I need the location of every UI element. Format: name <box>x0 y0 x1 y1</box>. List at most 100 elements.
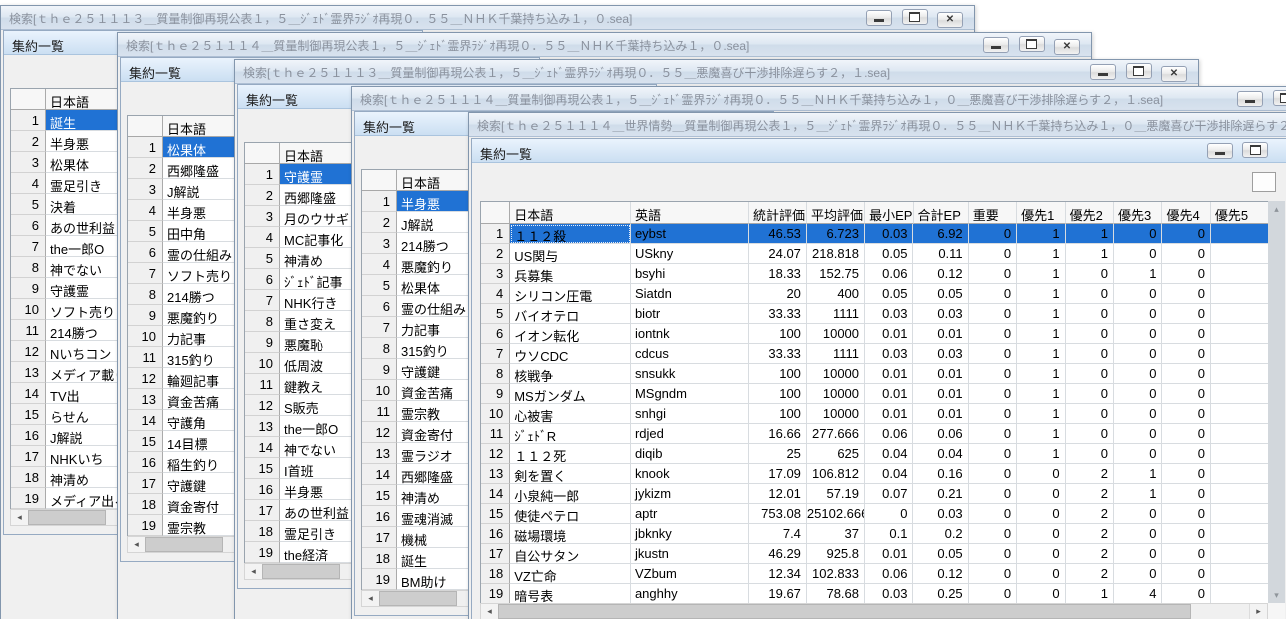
scrollbar-thumb[interactable] <box>498 604 1191 619</box>
table-cell[interactable]: 2 <box>1065 564 1115 584</box>
table-cell[interactable]: 0 <box>1017 504 1066 524</box>
row-number-cell[interactable]: 18 <box>481 564 511 584</box>
table-cell[interactable]: 0.12 <box>913 264 969 284</box>
table-cell[interactable]: 0 <box>968 264 1018 284</box>
table-cell[interactable]: １１２殺 <box>510 224 631 244</box>
table-row[interactable]: 11 ｼﾞｪﾄﾞR rdjed 16.66 277.666 0.06 0.06 0 1 0 0 0 <box>481 424 1269 444</box>
table-cell[interactable]: 24.07 <box>748 244 807 264</box>
table-cell[interactable]: 0 <box>1065 344 1115 364</box>
table-cell[interactable]: 25102.666 <box>806 504 866 524</box>
row-number-cell[interactable]: 7 <box>481 344 511 364</box>
panel-corner-button[interactable] <box>1252 172 1276 192</box>
window-titlebar[interactable]: 検索[ｔｈｅ２５１１１３＿質量制御再現公表１，５＿ｼﾞｪﾄﾞ霊界ﾗｼﾞｵ再現０．… <box>235 60 1198 84</box>
maximize-button[interactable] <box>1272 90 1286 106</box>
table-cell[interactable]: 使徒ペテロ <box>510 504 631 524</box>
table-cell[interactable]: 0 <box>1065 264 1115 284</box>
row-number-cell[interactable]: 2 <box>128 158 163 179</box>
row-number-cell[interactable]: 3 <box>481 264 511 284</box>
table-cell[interactable]: 0 <box>1114 504 1163 524</box>
table-cell[interactable]: 0.01 <box>865 544 914 564</box>
row-number-cell[interactable]: 14 <box>11 383 46 404</box>
maximize-button[interactable] <box>1018 36 1045 52</box>
table-cell[interactable]: iontnk <box>630 324 749 344</box>
table-cell[interactable]: 0 <box>968 464 1018 484</box>
table-cell[interactable]: 0 <box>1162 404 1211 424</box>
table-cell[interactable]: 152.75 <box>806 264 866 284</box>
table-row[interactable]: 5 バイオテロ biotr 33.33 1111 0.03 0.03 0 1 0 0 0 <box>481 304 1269 324</box>
table-cell[interactable]: 6.92 <box>913 224 969 244</box>
table-cell[interactable]: 0 <box>1162 584 1211 604</box>
table-cell[interactable]: 0.12 <box>913 564 969 584</box>
row-number-cell[interactable]: 17 <box>362 527 397 548</box>
table-cell[interactable]: 0.05 <box>913 284 969 304</box>
table-cell[interactable]: 0.16 <box>913 464 969 484</box>
table-cell[interactable]: Siatdn <box>630 284 749 304</box>
row-number-cell[interactable]: 9 <box>128 305 163 326</box>
table-cell[interactable]: diqib <box>630 444 749 464</box>
table-cell[interactable]: 磁場環境 <box>510 524 631 544</box>
table-cell[interactable]: 0 <box>1114 404 1163 424</box>
column-header[interactable]: 重要 <box>968 202 1018 224</box>
table-cell[interactable] <box>1210 404 1269 424</box>
table-cell[interactable]: 7.4 <box>748 524 807 544</box>
table-cell[interactable]: 0 <box>1065 444 1115 464</box>
table-cell[interactable] <box>1210 544 1269 564</box>
table-cell[interactable] <box>1210 444 1269 464</box>
table-cell[interactable]: 1 <box>1017 264 1066 284</box>
table-cell[interactable]: 1 <box>1065 584 1115 604</box>
table-cell[interactable]: jkustn <box>630 544 749 564</box>
table-cell[interactable]: 0 <box>1114 304 1163 324</box>
table-cell[interactable]: 小泉純一郎 <box>510 484 631 504</box>
row-number-cell[interactable]: 10 <box>362 380 397 401</box>
table-cell[interactable]: 0 <box>1162 264 1211 284</box>
table-cell[interactable]: 0.01 <box>865 324 914 344</box>
table-cell[interactable]: 46.29 <box>748 544 807 564</box>
table-cell[interactable]: 106.812 <box>806 464 866 484</box>
table-cell[interactable]: 0 <box>1114 284 1163 304</box>
row-number-cell[interactable]: 12 <box>245 395 280 416</box>
table-cell[interactable]: 0 <box>1017 524 1066 544</box>
row-number-cell[interactable]: 16 <box>481 524 511 544</box>
table-cell[interactable]: 4 <box>1114 584 1163 604</box>
row-number-cell[interactable]: 1 <box>481 224 511 244</box>
table-cell[interactable]: 0.01 <box>913 384 969 404</box>
row-number-cell[interactable]: 19 <box>481 584 511 604</box>
row-number-cell[interactable]: 1 <box>245 164 280 185</box>
table-cell[interactable]: 0 <box>968 304 1018 324</box>
table-cell[interactable]: 100 <box>748 364 807 384</box>
table-cell[interactable]: 0 <box>1162 504 1211 524</box>
column-header[interactable]: 優先2 <box>1065 202 1115 224</box>
table-cell[interactable]: 0.04 <box>865 444 914 464</box>
table-cell[interactable]: 2 <box>1065 464 1115 484</box>
table-cell[interactable] <box>1210 484 1269 504</box>
panel-titlebar[interactable]: 集約一覧 <box>472 139 1286 163</box>
row-number-cell[interactable]: 9 <box>11 278 46 299</box>
table-row[interactable]: 8 核戦争 snsukk 100 10000 0.01 0.01 0 1 0 0 0 <box>481 364 1269 384</box>
maximize-button[interactable] <box>1125 63 1152 79</box>
table-cell[interactable]: 0.1 <box>865 524 914 544</box>
row-number-cell[interactable]: 4 <box>362 254 397 275</box>
table-cell[interactable]: 0.01 <box>865 384 914 404</box>
table-cell[interactable]: 0 <box>968 564 1018 584</box>
table-cell[interactable]: 0 <box>1162 304 1211 324</box>
row-number-cell[interactable]: 18 <box>11 467 46 488</box>
table-cell[interactable]: 1 <box>1114 464 1163 484</box>
row-number-cell[interactable]: 17 <box>245 500 280 521</box>
table-cell[interactable]: 0 <box>968 284 1018 304</box>
row-number-cell[interactable]: 8 <box>362 338 397 359</box>
window-titlebar[interactable]: 検索[ｔｈｅ２５１１１４＿世界情勢＿質量制御再現公表１，５＿ｼﾞｪﾄﾞ霊界ﾗｼﾞ… <box>469 113 1286 137</box>
table-cell[interactable]: US関与 <box>510 244 631 264</box>
table-cell[interactable]: 0.06 <box>913 424 969 444</box>
table-cell[interactable]: 0.11 <box>913 244 969 264</box>
table-cell[interactable]: 0 <box>1114 384 1163 404</box>
table-cell[interactable]: 0.01 <box>913 404 969 424</box>
scroll-left-icon[interactable]: ◂ <box>362 591 380 606</box>
table-cell[interactable] <box>1210 284 1269 304</box>
table-cell[interactable]: 0 <box>968 224 1018 244</box>
minimize-button[interactable] <box>1237 90 1264 107</box>
row-number-cell[interactable]: 2 <box>362 212 397 233</box>
table-cell[interactable]: 0 <box>1065 404 1115 424</box>
row-number-cell[interactable]: 4 <box>11 173 46 194</box>
table-cell[interactable]: 剣を置く <box>510 464 631 484</box>
table-row[interactable]: 9 MSガンダム MSgndm 100 10000 0.01 0.01 0 1 0 0 0 <box>481 384 1269 404</box>
